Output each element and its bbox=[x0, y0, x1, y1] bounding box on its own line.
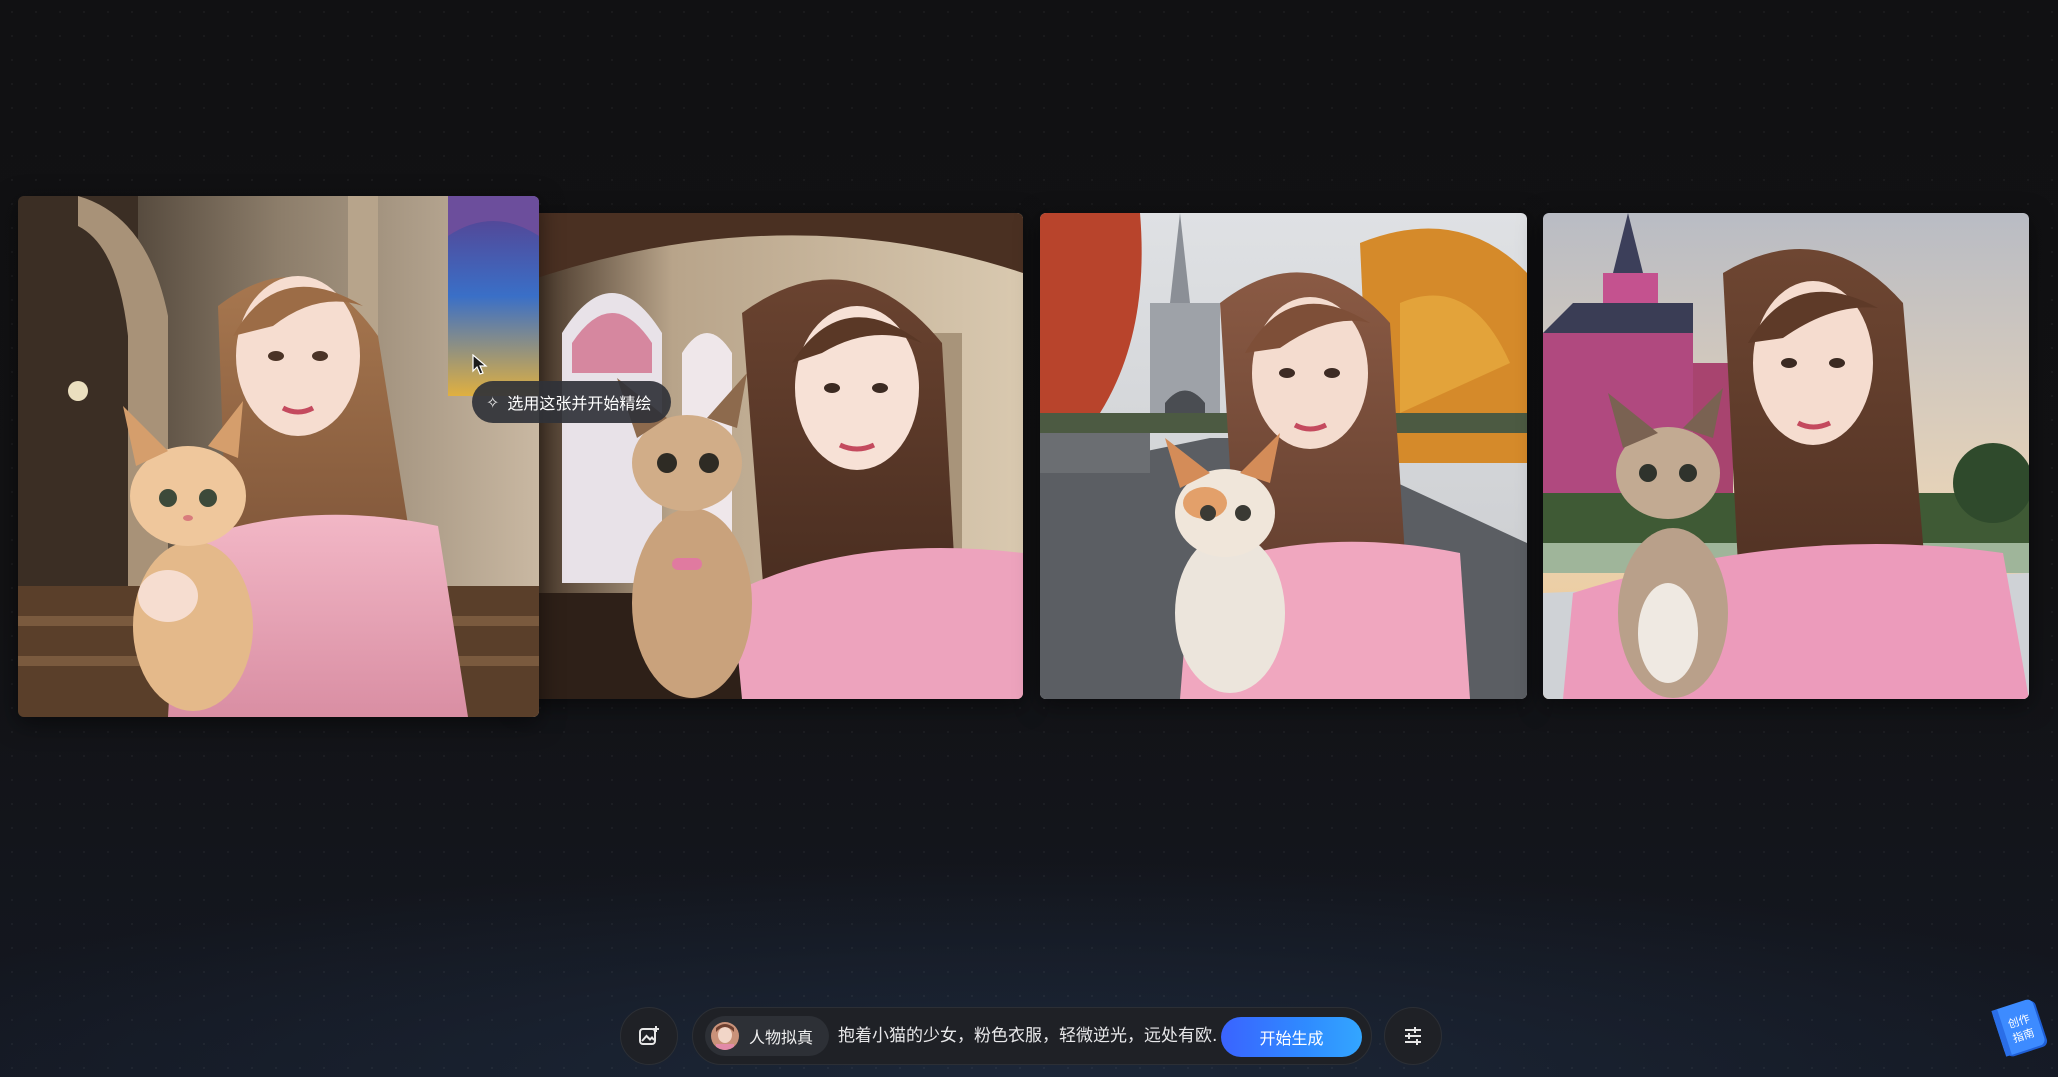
refine-image-tooltip-label: 选用这张并开始精绘 bbox=[507, 394, 652, 413]
creation-guide-button[interactable]: 创作 指南 bbox=[1990, 995, 2050, 1061]
result-image-3[interactable] bbox=[1040, 213, 1527, 699]
prompt-input-pill: 人物拟真 抱着小猫的少女，粉色衣服，轻微逆光，远处有欧... 开始生成 bbox=[692, 1007, 1372, 1065]
result-image-1[interactable] bbox=[18, 196, 539, 717]
style-chip[interactable]: 人物拟真 bbox=[705, 1016, 830, 1056]
start-generate-button[interactable]: 开始生成 bbox=[1221, 1017, 1362, 1057]
mouse-cursor-icon bbox=[472, 353, 488, 380]
sparkle-icon: ✧ bbox=[486, 392, 500, 412]
upload-reference-image-button[interactable] bbox=[620, 1007, 678, 1065]
style-avatar bbox=[711, 1022, 739, 1050]
prompt-text-input[interactable]: 抱着小猫的少女，粉色衣服，轻微逆光，远处有欧... bbox=[838, 1008, 1218, 1064]
result-image-4[interactable] bbox=[1543, 213, 2029, 699]
refine-image-tooltip[interactable]: ✧ 选用这张并开始精绘 bbox=[472, 381, 672, 423]
prompt-toolbar: 人物拟真 抱着小猫的少女，粉色衣服，轻微逆光，远处有欧... 开始生成 bbox=[0, 1007, 2058, 1067]
result-image-2[interactable] bbox=[522, 213, 1023, 699]
sliders-icon bbox=[1405, 1027, 1421, 1045]
image-upload-icon bbox=[639, 1026, 659, 1045]
style-chip-label: 人物拟真 bbox=[749, 1028, 814, 1047]
generation-settings-button[interactable] bbox=[1384, 1007, 1442, 1065]
